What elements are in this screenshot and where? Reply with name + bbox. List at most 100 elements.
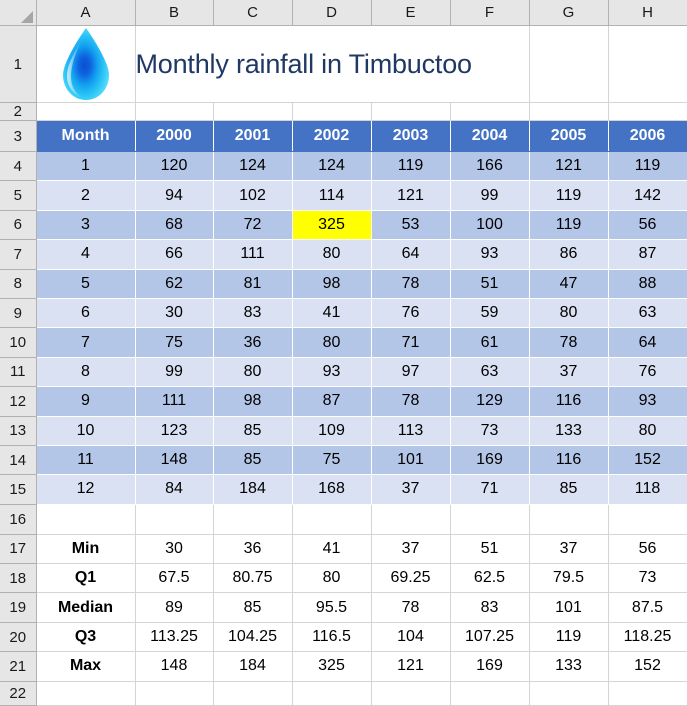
column-header-e[interactable]: E [371, 0, 451, 26]
rainfall-cell[interactable]: 80 [213, 357, 293, 388]
summary-stat-value[interactable]: 83 [450, 592, 530, 623]
row-header-19[interactable]: 19 [0, 592, 37, 623]
table-column-header-2002[interactable]: 2002 [292, 120, 372, 152]
empty-cell[interactable] [529, 504, 609, 535]
rainfall-cell[interactable]: 119 [529, 210, 609, 241]
empty-cell[interactable] [450, 504, 530, 535]
rainfall-cell[interactable]: 93 [450, 239, 530, 270]
rainfall-cell[interactable]: 75 [292, 445, 372, 476]
summary-stat-value[interactable]: 41 [292, 534, 372, 565]
rainfall-cell[interactable]: 93 [292, 357, 372, 388]
rainfall-cell[interactable]: 119 [371, 151, 451, 182]
row-header-20[interactable]: 20 [0, 622, 37, 653]
month-cell[interactable]: 8 [36, 357, 136, 388]
table-column-header-2003[interactable]: 2003 [371, 120, 451, 152]
empty-cell[interactable] [371, 504, 451, 535]
logo-cell-a1[interactable] [36, 25, 136, 103]
rainfall-cell[interactable]: 119 [608, 151, 687, 182]
summary-stat-value[interactable]: 148 [135, 651, 214, 682]
rainfall-cell[interactable]: 37 [371, 474, 451, 505]
rainfall-cell[interactable]: 71 [450, 474, 530, 505]
rainfall-cell[interactable]: 93 [608, 386, 687, 417]
month-cell[interactable]: 2 [36, 180, 136, 211]
summary-stat-value[interactable]: 79.5 [529, 563, 609, 594]
rainfall-cell[interactable]: 47 [529, 269, 609, 299]
rainfall-cell[interactable]: 88 [608, 269, 687, 299]
rainfall-cell[interactable]: 121 [529, 151, 609, 182]
summary-stat-value[interactable]: 37 [371, 534, 451, 565]
summary-stat-value[interactable]: 104.25 [213, 622, 293, 653]
rainfall-cell[interactable]: 37 [529, 357, 609, 388]
rainfall-cell[interactable]: 123 [135, 416, 214, 446]
summary-stat-value[interactable]: 118.25 [608, 622, 687, 653]
rainfall-cell[interactable]: 71 [371, 327, 451, 358]
empty-cell[interactable] [213, 504, 293, 535]
rainfall-cell[interactable]: 76 [371, 298, 451, 329]
rainfall-cell[interactable]: 119 [529, 180, 609, 211]
empty-cell[interactable] [36, 504, 136, 535]
row-header-22[interactable]: 22 [0, 681, 37, 706]
empty-cell[interactable] [292, 681, 372, 706]
row-header-17[interactable]: 17 [0, 534, 37, 565]
column-header-g[interactable]: G [529, 0, 609, 26]
rainfall-cell[interactable]: 80 [292, 239, 372, 270]
month-cell[interactable]: 3 [36, 210, 136, 241]
row-header-2[interactable]: 2 [0, 102, 37, 121]
rainfall-cell[interactable]: 100 [450, 210, 530, 241]
rainfall-cell[interactable]: 51 [450, 269, 530, 299]
empty-cell[interactable] [213, 102, 293, 121]
row-header-11[interactable]: 11 [0, 357, 37, 388]
empty-cell[interactable] [450, 102, 530, 121]
table-column-header-2004[interactable]: 2004 [450, 120, 530, 152]
summary-stat-label[interactable]: Min [36, 534, 136, 565]
month-cell[interactable]: 11 [36, 445, 136, 476]
row-header-7[interactable]: 7 [0, 239, 37, 270]
rainfall-cell[interactable]: 72 [213, 210, 293, 241]
summary-stat-label[interactable]: Max [36, 651, 136, 682]
month-cell[interactable]: 7 [36, 327, 136, 358]
summary-stat-value[interactable]: 89 [135, 592, 214, 623]
rainfall-cell[interactable]: 80 [292, 327, 372, 358]
empty-cell[interactable] [371, 102, 451, 121]
rainfall-cell[interactable]: 80 [608, 416, 687, 446]
summary-stat-value[interactable]: 62.5 [450, 563, 530, 594]
rainfall-cell[interactable]: 76 [608, 357, 687, 388]
summary-stat-value[interactable]: 95.5 [292, 592, 372, 623]
rainfall-cell[interactable]: 116 [529, 445, 609, 476]
rainfall-cell[interactable]: 64 [371, 239, 451, 270]
summary-stat-label[interactable]: Q1 [36, 563, 136, 594]
rainfall-cell[interactable]: 73 [450, 416, 530, 446]
rainfall-cell[interactable]: 101 [371, 445, 451, 476]
empty-cell[interactable] [529, 681, 609, 706]
rainfall-cell[interactable]: 87 [608, 239, 687, 270]
rainfall-cell[interactable]: 124 [292, 151, 372, 182]
summary-stat-value[interactable]: 113.25 [135, 622, 214, 653]
rainfall-cell[interactable]: 61 [450, 327, 530, 358]
rainfall-cell[interactable]: 75 [135, 327, 214, 358]
rainfall-cell[interactable]: 68 [135, 210, 214, 241]
month-cell[interactable]: 10 [36, 416, 136, 446]
summary-stat-value[interactable]: 104 [371, 622, 451, 653]
summary-stat-value[interactable]: 56 [608, 534, 687, 565]
empty-cell[interactable] [135, 102, 214, 121]
summary-stat-value[interactable]: 116.5 [292, 622, 372, 653]
empty-cell[interactable] [608, 504, 687, 535]
rainfall-cell[interactable]: 87 [292, 386, 372, 417]
row-header-4[interactable]: 4 [0, 151, 37, 182]
rainfall-cell[interactable]: 114 [292, 180, 372, 211]
rainfall-cell[interactable]: 169 [450, 445, 530, 476]
row-header-10[interactable]: 10 [0, 327, 37, 358]
row-header-21[interactable]: 21 [0, 651, 37, 682]
month-cell[interactable]: 12 [36, 474, 136, 505]
summary-stat-value[interactable]: 101 [529, 592, 609, 623]
row-header-8[interactable]: 8 [0, 269, 37, 299]
empty-cell[interactable] [213, 681, 293, 706]
rainfall-cell[interactable]: 111 [135, 386, 214, 417]
column-header-a[interactable]: A [36, 0, 136, 26]
row-header-13[interactable]: 13 [0, 416, 37, 446]
summary-stat-value[interactable]: 184 [213, 651, 293, 682]
row-header-1[interactable]: 1 [0, 25, 37, 103]
column-header-f[interactable]: F [450, 0, 530, 26]
rainfall-cell[interactable]: 111 [213, 239, 293, 270]
rainfall-cell[interactable]: 99 [450, 180, 530, 211]
